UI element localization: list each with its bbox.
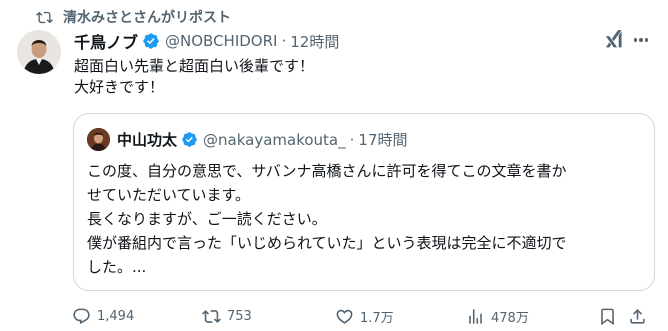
reply-button[interactable]: 1,494 [72, 304, 134, 328]
more-options-icon[interactable] [630, 29, 652, 51]
tweet-text-line: 大好きです！ [74, 78, 165, 96]
quote-text-line: せていただいています。 [87, 186, 251, 204]
quote-text-line: した。... [87, 258, 147, 276]
views-count: 478万 [491, 310, 529, 326]
quote-author-handle[interactable]: @nakayamakouta_ [203, 131, 346, 149]
author-name[interactable]: 千鳥ノブ [74, 29, 138, 53]
quote-author-name[interactable]: 中山功太 [117, 129, 177, 150]
repost-count: 753 [227, 308, 252, 324]
repost-button[interactable]: 753 [202, 304, 252, 328]
tweet-timestamp[interactable]: 12時間 [290, 31, 339, 52]
reply-count: 1,494 [97, 308, 135, 324]
share-button[interactable] [628, 304, 647, 328]
separator-dot: · [349, 130, 355, 149]
like-button[interactable]: 1.7万 [335, 304, 394, 328]
bookmark-icon [601, 308, 614, 325]
quote-text-line: 長くなりますが、ご一読ください。 [87, 210, 327, 228]
separator-dot: · [281, 32, 287, 50]
action-bar: 1,494 753 1.7万 478万 [72, 304, 657, 328]
verified-badge-icon[interactable] [142, 32, 160, 50]
share-icon [630, 308, 645, 324]
like-count: 1.7万 [360, 310, 394, 326]
verified-badge-icon[interactable] [181, 131, 198, 148]
quoted-tweet[interactable]: 中山功太 @nakayamakouta_ · 17時間 この度、自分の意思で、サ… [73, 113, 655, 291]
quote-author-avatar[interactable] [87, 128, 110, 151]
heart-icon [336, 309, 353, 324]
repost-icon [36, 11, 53, 23]
quote-text: この度、自分の意思で、サバンナ高橋さんに許可を得てこの文章を書か せていただいて… [87, 159, 643, 279]
views-button[interactable]: 478万 [466, 304, 529, 328]
author-handle[interactable]: @NOBCHIDORI [165, 32, 277, 50]
views-chart-icon [469, 308, 482, 324]
quote-text-line: 僕が番組内で言った「いじめられていた」という表現は完全に不適切で [87, 234, 567, 252]
author-avatar[interactable] [17, 30, 61, 74]
quote-text-line: この度、自分の意思で、サバンナ高橋さんに許可を得てこの文章を書か [87, 162, 567, 180]
tweet-text-line: 超面白い先輩と超面白い後輩です！ [74, 57, 315, 75]
reply-icon [73, 308, 90, 324]
repost-icon [202, 309, 221, 323]
tweet-text: 超面白い先輩と超面白い後輩です！ 大好きです！ [74, 56, 654, 98]
repost-context-text: 清水みさとさんがリポスト [63, 10, 231, 26]
tweet-header: 千鳥ノブ @NOBCHIDORI · 12時間 [74, 30, 339, 52]
repost-context[interactable]: 清水みさとさんがリポスト [36, 6, 231, 28]
grok-icon[interactable] [603, 29, 625, 51]
quote-timestamp[interactable]: 17時間 [358, 129, 407, 150]
quote-header: 中山功太 @nakayamakouta_ · 17時間 [117, 128, 408, 151]
bookmark-button[interactable] [598, 304, 617, 328]
